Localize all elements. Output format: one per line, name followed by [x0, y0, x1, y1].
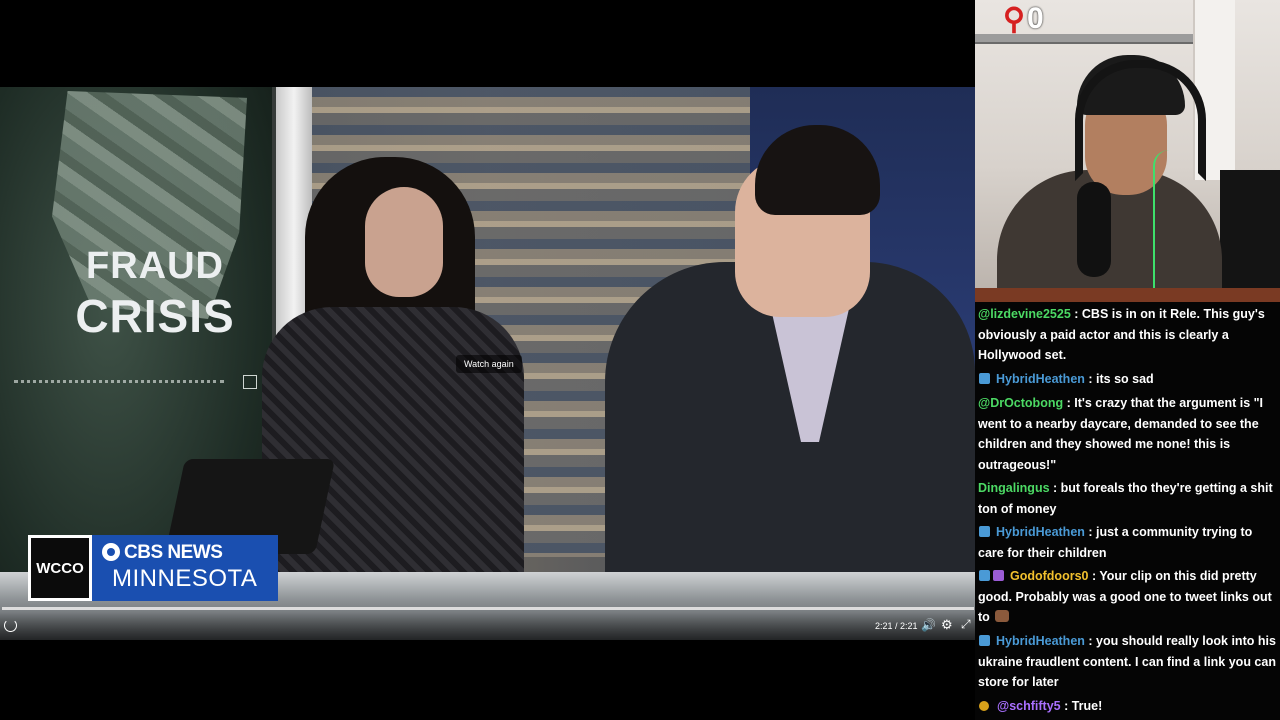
chat-username[interactable]: HybridHeathen [996, 525, 1085, 539]
graphic-divider [14, 380, 224, 383]
settings-icon[interactable]: ⚙ [941, 617, 953, 633]
chat-message: Godofdoors0 : Your clip on this did pret… [978, 566, 1278, 628]
streamer-desk [975, 288, 1280, 302]
chat-message: HybridHeathen : just a community trying … [978, 522, 1278, 563]
wcco-logo: WCCO [28, 535, 92, 601]
chat-username[interactable]: @DrOctobong [978, 396, 1063, 410]
player-controls: 2:21 / 2:21 🔊 ⚙ ⤢ [0, 612, 975, 640]
chat-username[interactable]: Dingalingus [978, 481, 1050, 495]
anchor-woman-face [365, 187, 443, 297]
chyron-network: CBS NEWS [102, 542, 223, 564]
progress-bar[interactable] [2, 607, 974, 610]
chyron-market: MINNESOTA [112, 565, 258, 592]
fullscreen-icon[interactable]: ⤢ [961, 617, 971, 632]
cabinet [1220, 170, 1280, 302]
replay-icon[interactable] [4, 619, 17, 632]
chat-text: : its so sad [1084, 372, 1154, 386]
gifter-badge-icon [993, 570, 1004, 581]
mic-cable [1153, 150, 1169, 300]
subscriber-badge-icon [979, 526, 990, 537]
cbs-eye-icon [102, 543, 120, 561]
chat-message: HybridHeathen : you should really look i… [978, 631, 1278, 693]
video-player[interactable]: FRAUD CRISIS WCCO CBS NEWS MINNESOTA Wat… [0, 87, 975, 640]
chat-username[interactable]: HybridHeathen [996, 372, 1085, 386]
chat-username[interactable]: @lizdevine2525 [978, 307, 1071, 321]
watch-again-button[interactable]: Watch again [456, 355, 522, 373]
chat-message: @schfifty5 : True! [978, 696, 1278, 717]
subscriber-badge-icon [979, 570, 990, 581]
chat-username[interactable]: @schfifty5 [997, 699, 1061, 713]
chat-message: HybridHeathen : its so sad [978, 369, 1278, 390]
chat-username[interactable]: Godofdoors0 [1010, 569, 1088, 583]
chat-message: @lizdevine2525 : CBS is in on it Rele. T… [978, 304, 1278, 366]
user-alert-icon: ⚲ [1003, 2, 1025, 36]
time-display: 2:21 / 2:21 [875, 621, 918, 631]
headset [1075, 60, 1206, 181]
frame-icon [243, 375, 257, 389]
streamer-webcam: ⚲ 0 [975, 0, 1280, 302]
chat-panel: @lizdevine2525 : CBS is in on it Rele. T… [975, 302, 1280, 720]
subscriber-badge-icon [979, 635, 990, 646]
gold-badge-icon [979, 701, 989, 711]
alert-counter: ⚲ 0 [1003, 2, 1044, 36]
station-chyron: WCCO CBS NEWS MINNESOTA [28, 535, 278, 601]
graphic-title-line1: FRAUD [86, 245, 224, 287]
alert-count: 0 [1026, 2, 1044, 35]
microphone [1077, 182, 1111, 277]
chat-username[interactable]: HybridHeathen [996, 634, 1085, 648]
graphic-title-line2: CRISIS [75, 290, 235, 342]
subscriber-badge-icon [979, 373, 990, 384]
chat-message: Dingalingus : but foreals tho they're ge… [978, 478, 1278, 519]
volume-icon[interactable]: 🔊 [921, 618, 936, 632]
emote-icon [994, 610, 1009, 622]
chat-message: @DrOctobong : It's crazy that the argume… [978, 393, 1278, 475]
chat-text: : True! [1060, 699, 1103, 713]
